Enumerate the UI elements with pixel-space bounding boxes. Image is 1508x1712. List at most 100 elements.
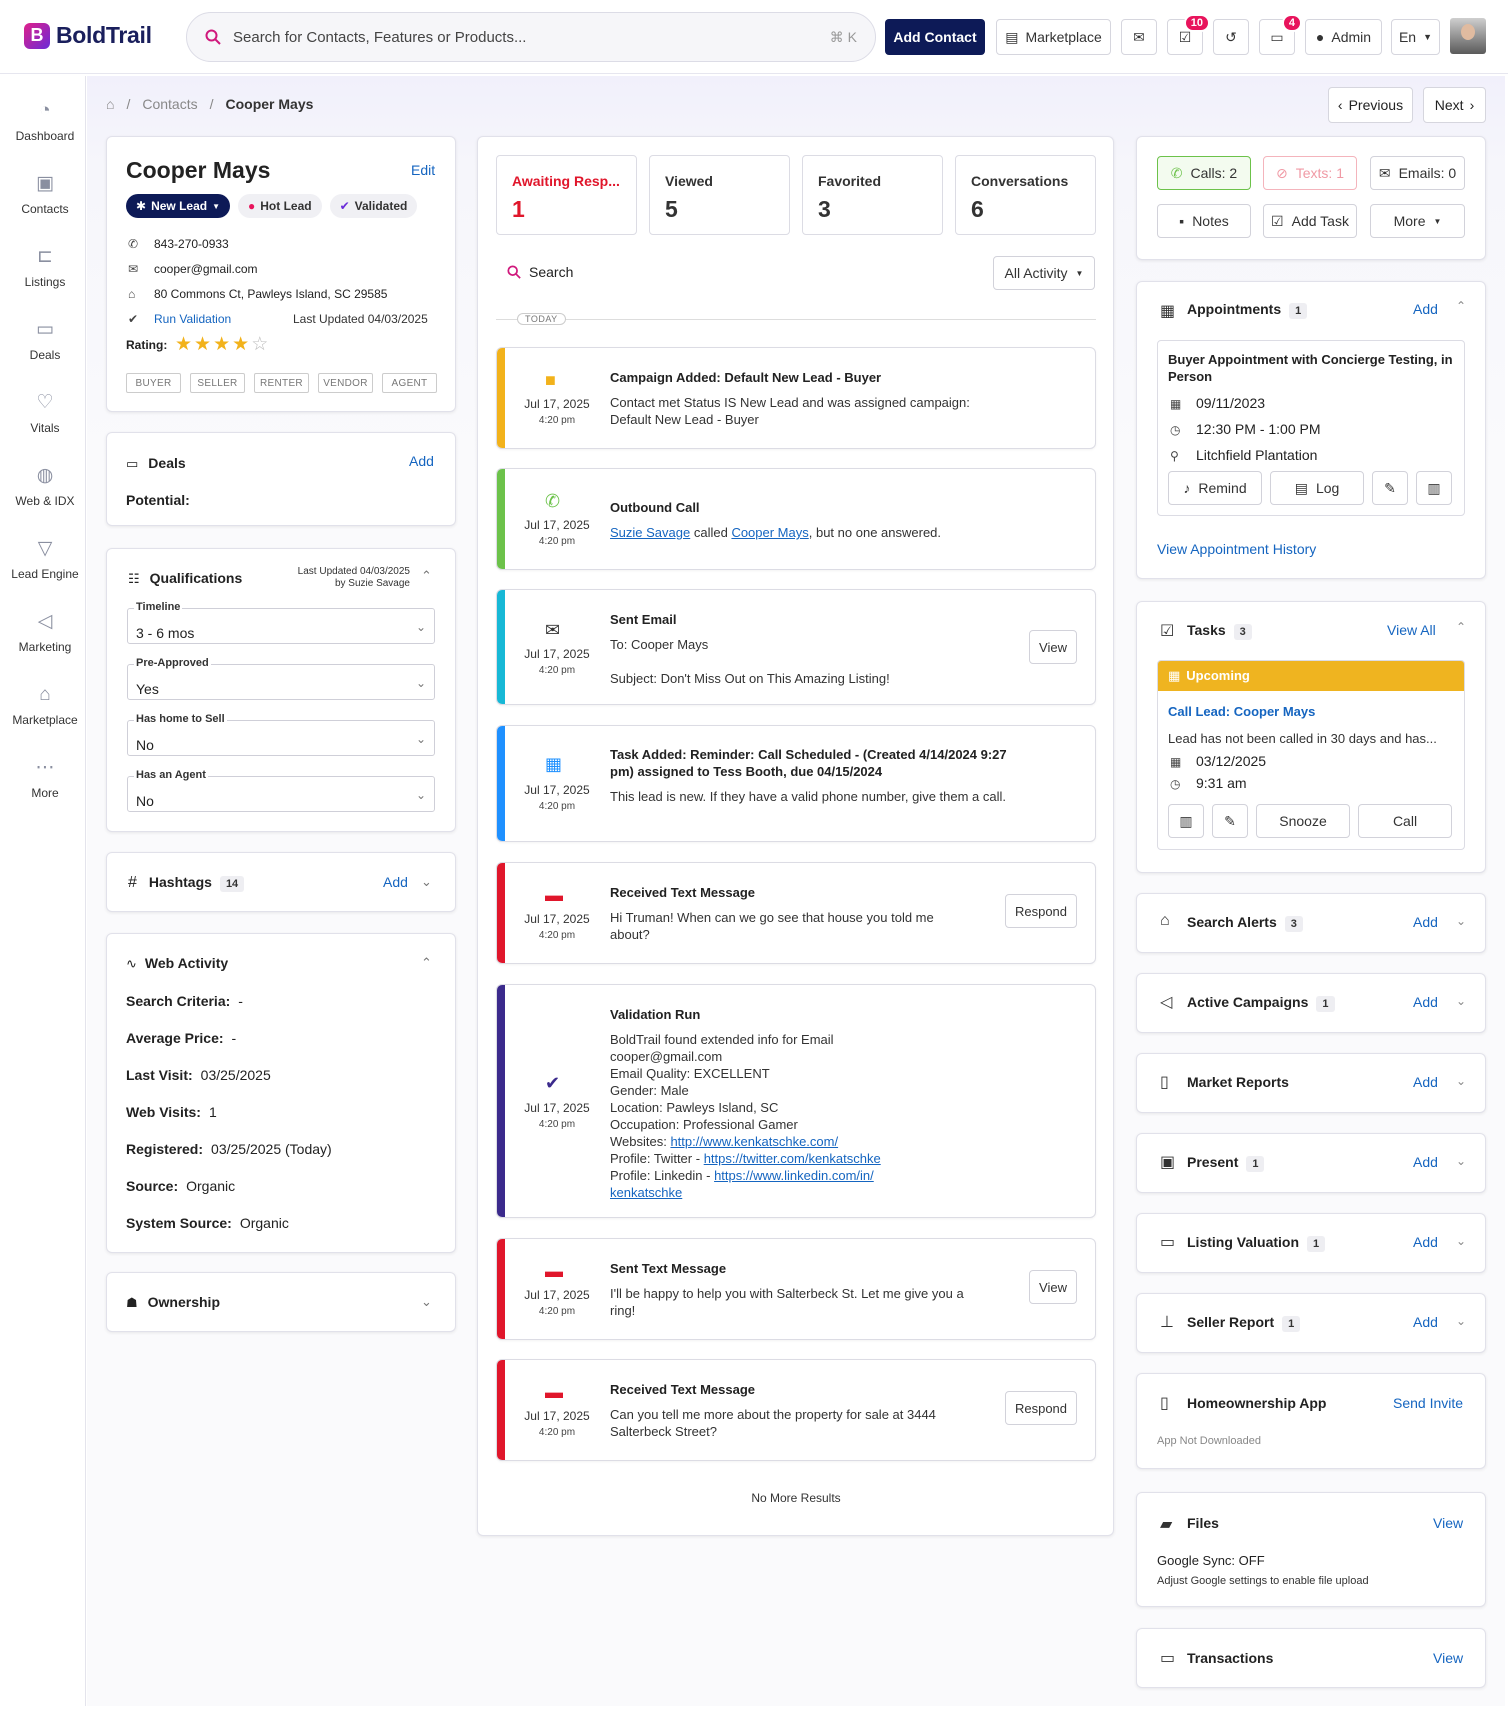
- nav-lead-engine[interactable]: ▽ Lead Engine: [4, 538, 86, 581]
- star-filled-icon[interactable]: ★: [232, 334, 251, 355]
- contact-link[interactable]: Cooper Mays: [731, 525, 808, 540]
- chevron-down-icon[interactable]: ⌄: [1456, 994, 1466, 1008]
- stat-viewed[interactable]: Viewed 5: [649, 155, 790, 235]
- previous-button[interactable]: ‹ Previous: [1328, 87, 1413, 123]
- nav-marketing[interactable]: ◁ Marketing: [4, 611, 86, 654]
- nav-contacts[interactable]: ▣ Contacts: [4, 173, 86, 216]
- view-files-link[interactable]: View: [1433, 1515, 1463, 1531]
- add-campaign-link[interactable]: Add: [1413, 994, 1438, 1010]
- marketplace-button[interactable]: ▤ Marketplace: [996, 19, 1111, 55]
- stat-awaiting-response[interactable]: Awaiting Resp... 1: [496, 155, 637, 235]
- send-invite-link[interactable]: Send Invite: [1393, 1395, 1463, 1411]
- remind-button[interactable]: ♪ Remind: [1168, 471, 1262, 505]
- nav-dashboard[interactable]: ◔ Dashboard: [4, 100, 86, 143]
- agent-link[interactable]: Suzie Savage: [610, 525, 690, 540]
- emails-button[interactable]: ✉ Emails: 0: [1370, 156, 1465, 190]
- mail-button[interactable]: ✉: [1121, 19, 1157, 55]
- linkedin-link[interactable]: https://www.linkedin.com/in/: [714, 1168, 874, 1183]
- contact-phone-row[interactable]: ✆ 843-270-0933: [128, 237, 229, 251]
- nav-vitals[interactable]: ♡ Vitals: [4, 392, 86, 435]
- user-avatar[interactable]: [1450, 18, 1486, 54]
- nav-more[interactable]: ⋯ More: [4, 757, 86, 800]
- texts-button[interactable]: ⊘ Texts: 1: [1263, 156, 1357, 190]
- brand-logo[interactable]: B BoldTrail: [24, 22, 152, 49]
- nav-deals[interactable]: ▭ Deals: [4, 319, 86, 362]
- activity-item[interactable]: ✆ Jul 17, 2025 4:20 pm Outbound Call Suzi…: [496, 468, 1096, 570]
- contact-address-row[interactable]: ⌂ 80 Commons Ct, Pawleys Island, SC 29585: [128, 287, 387, 301]
- chevron-up-icon[interactable]: ⌃: [421, 568, 432, 584]
- star-filled-icon[interactable]: ★: [175, 334, 194, 355]
- role-renter[interactable]: RENTER: [254, 373, 309, 393]
- respond-button[interactable]: Respond: [1005, 894, 1077, 928]
- add-present-link[interactable]: Add: [1413, 1154, 1438, 1170]
- star-empty-icon[interactable]: ☆: [251, 334, 270, 355]
- search-input[interactable]: Search for Contacts, Features or Product…: [233, 29, 830, 46]
- add-contact-button[interactable]: Add Contact: [885, 19, 985, 55]
- pre-approved-select[interactable]: Yes ⌄: [127, 664, 435, 700]
- activity-item[interactable]: ■ Jul 17, 2025 4:20 pm Campaign Added: De…: [496, 347, 1096, 449]
- chevron-down-icon[interactable]: ⌄: [1456, 1154, 1466, 1168]
- nav-web-idx[interactable]: ◍ Web & IDX: [4, 465, 86, 508]
- star-filled-icon[interactable]: ★: [213, 334, 232, 355]
- run-validation-link[interactable]: Run Validation: [154, 312, 231, 326]
- chevron-down-icon[interactable]: ⌄: [421, 1294, 432, 1310]
- edit-appointment-button[interactable]: ✎: [1372, 471, 1408, 505]
- view-all-tasks-link[interactable]: View All: [1387, 622, 1436, 638]
- add-appointment-link[interactable]: Add: [1413, 301, 1438, 317]
- add-hashtag-link[interactable]: Add: [383, 874, 408, 890]
- activity-item[interactable]: ✉ Jul 17, 2025 4:20 pm Sent Email To: Coo…: [496, 589, 1096, 705]
- activity-search[interactable]: Search: [507, 264, 573, 280]
- website-link[interactable]: http://www.kenkatschke.com/: [670, 1134, 838, 1149]
- add-deal-link[interactable]: Add: [409, 453, 434, 469]
- global-search[interactable]: Search for Contacts, Features or Product…: [186, 12, 876, 62]
- add-task-button[interactable]: ☑ Add Task: [1263, 204, 1357, 238]
- admin-button[interactable]: ● Admin: [1305, 19, 1382, 55]
- chevron-down-icon[interactable]: ⌄: [1456, 914, 1466, 928]
- nav-marketplace[interactable]: ⌂ Marketplace: [4, 684, 86, 727]
- log-button[interactable]: ▤ Log: [1270, 471, 1364, 505]
- messages-button[interactable]: ▭ 4: [1259, 14, 1302, 55]
- role-seller[interactable]: SELLER: [190, 373, 245, 393]
- activity-item[interactable]: ▬ Jul 17, 2025 4:20 pm Sent Text Message …: [496, 1238, 1096, 1340]
- edit-task-button[interactable]: ✎: [1212, 804, 1248, 838]
- timeline-select[interactable]: 3 - 6 mos ⌄: [127, 608, 435, 644]
- chevron-up-icon[interactable]: ⌃: [1456, 620, 1466, 634]
- activity-filter-select[interactable]: All Activity ▼: [993, 256, 1095, 290]
- has-agent-select[interactable]: No ⌄: [127, 776, 435, 812]
- chevron-up-icon[interactable]: ⌃: [1456, 299, 1466, 313]
- stat-conversations[interactable]: Conversations 6: [955, 155, 1096, 235]
- delete-appointment-button[interactable]: ▥: [1416, 471, 1452, 505]
- respond-button[interactable]: Respond: [1005, 1391, 1077, 1425]
- home-to-sell-select[interactable]: No ⌄: [127, 720, 435, 756]
- calls-button[interactable]: ✆ Calls: 2: [1157, 156, 1251, 190]
- delete-task-button[interactable]: ▥: [1168, 804, 1204, 838]
- more-button[interactable]: More ▼: [1370, 204, 1465, 238]
- notes-button[interactable]: ▪ Notes: [1157, 204, 1251, 238]
- task-title-link[interactable]: Call Lead: Cooper Mays: [1168, 704, 1315, 719]
- chevron-down-icon[interactable]: ⌄: [1456, 1074, 1466, 1088]
- activity-item[interactable]: ▦ Jul 17, 2025 4:20 pm Task Added: Remind…: [496, 725, 1096, 842]
- add-market-report-link[interactable]: Add: [1413, 1074, 1438, 1090]
- star-filled-icon[interactable]: ★: [194, 334, 213, 355]
- breadcrumb-contacts[interactable]: Contacts: [142, 96, 197, 112]
- call-button[interactable]: Call: [1358, 804, 1452, 838]
- add-seller-report-link[interactable]: Add: [1413, 1314, 1438, 1330]
- stat-favorited[interactable]: Favorited 3: [802, 155, 943, 235]
- view-email-button[interactable]: View: [1029, 630, 1077, 664]
- chevron-up-icon[interactable]: ⌃: [421, 955, 432, 971]
- twitter-link[interactable]: https://twitter.com/kenkatschke: [704, 1151, 881, 1166]
- edit-contact-link[interactable]: Edit: [411, 162, 435, 178]
- view-transactions-link[interactable]: View: [1433, 1650, 1463, 1666]
- view-text-button[interactable]: View: [1029, 1270, 1077, 1304]
- role-agent[interactable]: AGENT: [382, 373, 437, 393]
- activity-item[interactable]: ▬ Jul 17, 2025 4:20 pm Received Text Mess…: [496, 1359, 1096, 1461]
- nav-listings[interactable]: ⊏ Listings: [4, 246, 86, 289]
- home-icon[interactable]: ⌂: [106, 96, 114, 112]
- role-vendor[interactable]: VENDOR: [318, 373, 373, 393]
- status-dropdown[interactable]: ✱ New Lead ▼: [126, 194, 230, 218]
- tasks-button[interactable]: ☑ 10: [1167, 14, 1210, 55]
- next-button[interactable]: Next ›: [1423, 87, 1486, 123]
- activity-item[interactable]: ▬ Jul 17, 2025 4:20 pm Received Text Mess…: [496, 862, 1096, 964]
- chevron-down-icon[interactable]: ⌄: [1456, 1314, 1466, 1328]
- language-select[interactable]: En ▼: [1391, 19, 1440, 55]
